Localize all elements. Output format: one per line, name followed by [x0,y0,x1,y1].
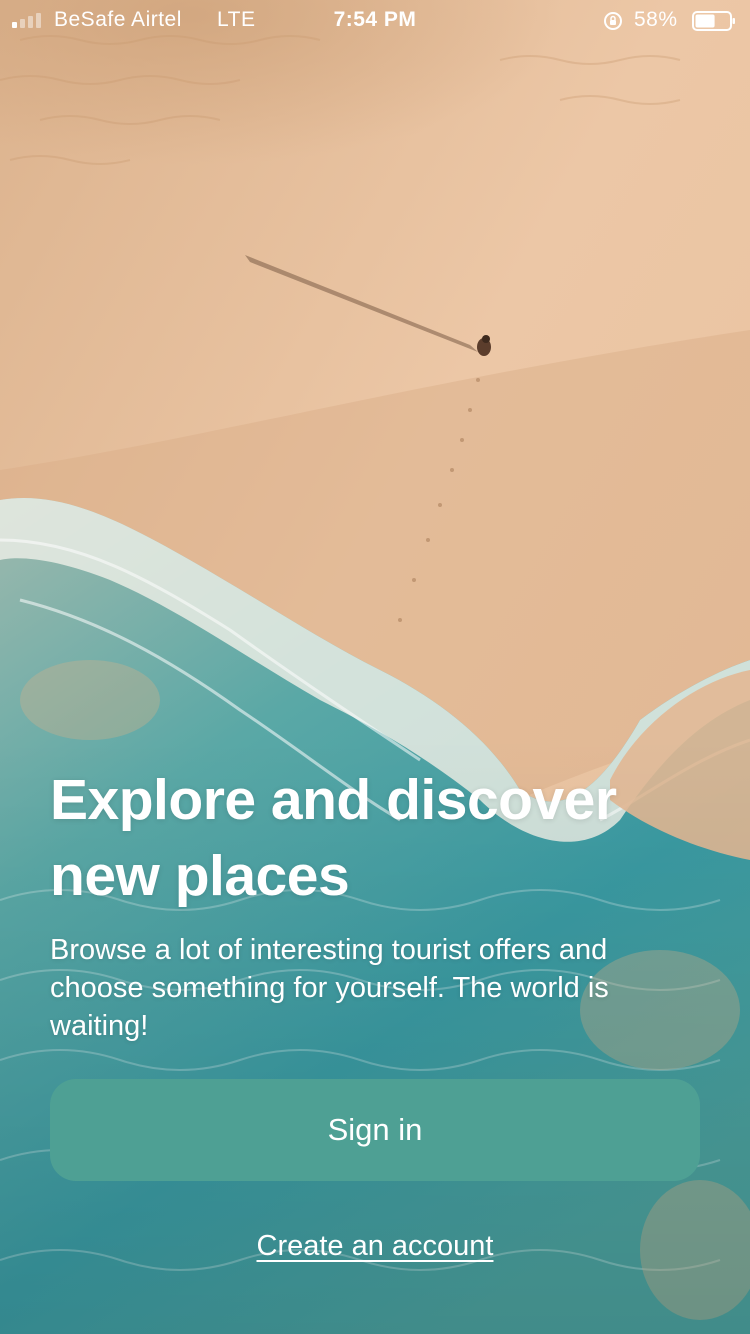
battery-icon [692,11,735,31]
create-account-link[interactable]: Create an account [0,1230,750,1263]
status-bar: BeSafe Airtel LTE 7:54 PM 58% [0,0,750,40]
onboarding-screen: BeSafe Airtel LTE 7:54 PM 58% Explore an… [0,0,750,1334]
orientation-lock-icon [604,12,622,30]
headline: Explore and discover new places [50,768,617,908]
sign-in-button[interactable]: Sign in [50,1079,700,1181]
subtitle: Browse a lot of interesting tourist offe… [50,934,609,1042]
battery-percentage: 58% [634,8,678,31]
